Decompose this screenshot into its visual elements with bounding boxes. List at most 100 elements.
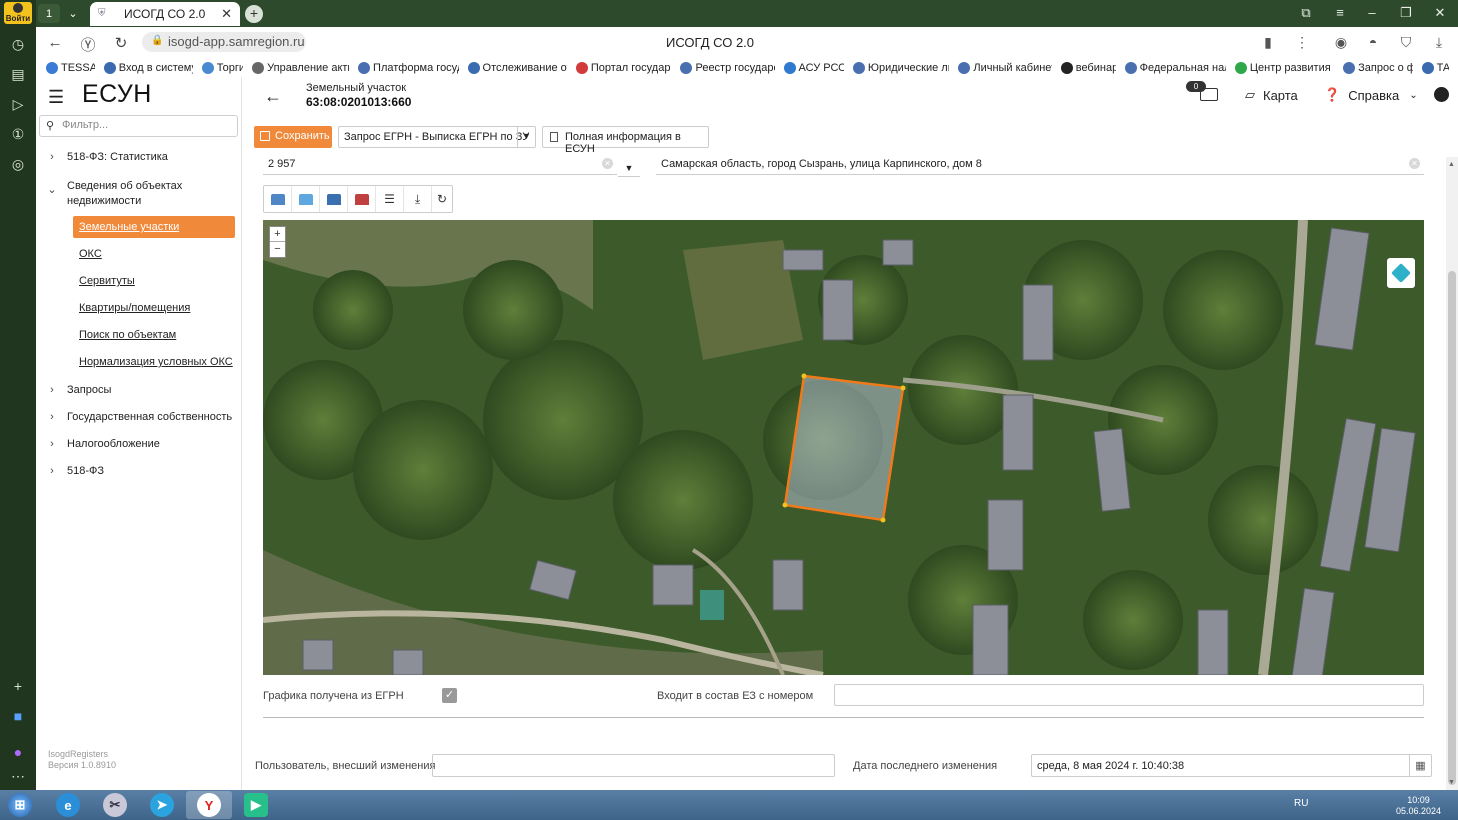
sidebar-item-oks[interactable]: ОКС [73,243,235,265]
bookmark-item[interactable]: Реестр государс [680,58,775,77]
sidebar-item-land-plots[interactable]: Земельные участки [73,216,235,238]
collections-icon[interactable]: ▤ [6,62,30,86]
close-tab-icon[interactable]: ✕ [221,6,232,22]
area-dropdown-icon[interactable]: ▼ [618,157,640,177]
scrollbar[interactable]: ▲ ▼ [1446,157,1458,790]
bookmark-item[interactable]: Управление акти [252,58,349,77]
snipping-tool-icon[interactable]: ✂ [103,793,127,817]
extension-icon[interactable]: ◉ [1332,34,1350,51]
browser-tab[interactable]: ⛨ ИСОГД СО 2.0 ✕ [90,2,240,26]
menu-icon[interactable]: ≡ [1330,5,1350,20]
hamburger-menu-icon[interactable]: ☰ [48,87,64,108]
pin-window-icon[interactable]: ⧉ [1296,5,1316,21]
bookmark-item[interactable]: Торги [201,58,243,77]
bookmark-item[interactable]: TESSA [46,58,95,77]
history-icon[interactable]: ◷ [6,32,30,56]
filter-input[interactable]: ⚲ Фильтр... [39,115,238,137]
user-field[interactable] [432,754,835,777]
kebab-menu-icon[interactable]: ⋮ [1293,34,1311,51]
restore-icon[interactable]: ❐ [1396,5,1416,21]
yandex-icon[interactable]: Ⓨ [79,34,97,55]
login-button[interactable]: Войти [4,2,32,24]
area-field[interactable]: 2 957 ✕ [263,155,617,175]
alice-icon[interactable]: ● [6,740,30,764]
download-icon[interactable]: ⤓ [1430,34,1448,51]
more-icon[interactable]: ⋯ [6,764,30,788]
bookmark-item[interactable]: Платформа госуд [358,58,459,77]
telegram-icon[interactable]: ➤ [150,793,174,817]
bookmark-item[interactable]: Запрос о ф [1343,58,1413,77]
bookmark-item[interactable]: Федеральная нал [1124,58,1226,77]
bookmark-item[interactable]: АСУ РСО [783,58,844,77]
scroll-down-icon[interactable]: ▼ [1448,779,1455,786]
wallet-icon[interactable]: ⛉ [1397,34,1415,51]
help-menu[interactable]: ❓ Справка ⌄ [1324,87,1418,103]
bookmark-item[interactable]: Вход в систему [103,58,193,77]
bookmark-item[interactable]: Портал государс [575,58,671,77]
satellite-map[interactable]: + − [263,220,1424,675]
start-button[interactable]: ⊞ [8,793,32,817]
screenshot-icon[interactable]: ◎ [6,152,30,176]
delete-geometry-icon[interactable] [264,186,292,212]
egrn-request-select[interactable]: Запрос ЕГРН - Выписка ЕГРН по ЗУ ▼ [338,126,536,148]
save-button[interactable]: Сохранить [254,126,332,148]
scroll-up-icon[interactable]: ▲ [1448,161,1455,168]
new-tab-button[interactable]: + [245,5,263,23]
copy-geometry-icon[interactable] [348,186,376,212]
sidebar-item-normalization[interactable]: Нормализация условных ОКС [73,351,235,373]
media-player-icon[interactable]: ▶ [244,793,268,817]
user-label: Пользователь, внесший изменения [255,760,436,772]
graphics-checkbox[interactable]: ✓ [442,688,457,703]
bookmark-item[interactable]: Центр развития т [1234,58,1334,77]
reload-icon[interactable]: ↻ [112,34,130,52]
user-account-icon[interactable] [1434,87,1449,102]
address-field[interactable]: Самарская область, город Сызрань, улица … [656,155,1424,175]
sidebar-item-servitudes[interactable]: Сервитуты [73,270,235,292]
clear-icon[interactable]: ✕ [1409,158,1420,169]
map-link[interactable]: ▱ Карта [1245,87,1298,103]
sidebar-item-search-objects[interactable]: Поиск по объектам [73,324,235,346]
bookmark-icon [1421,61,1434,74]
download-icon[interactable]: ⤓ [404,186,432,212]
layers-button[interactable] [1387,258,1415,288]
full-info-button[interactable]: Полная информация в ЕСУН [542,126,709,155]
edit-geometry-icon[interactable] [320,186,348,212]
tab-group-icon[interactable]: 1 [38,4,60,23]
date-field[interactable]: среда, 8 мая 2024 г. 10:40:38 ▦ [1031,754,1432,777]
bookmark-item[interactable]: Отслеживание от [467,58,567,77]
bookmark-item[interactable]: Личный кабинет [958,58,1052,77]
zoom-out-button[interactable]: − [270,242,285,257]
clear-icon[interactable]: ✕ [602,158,613,169]
tab-counter-icon[interactable]: ① [6,122,30,146]
bookmark-icon[interactable]: ▮ [1259,34,1277,51]
scrollbar-thumb[interactable] [1448,271,1456,785]
yandex-browser-icon[interactable]: Y [197,793,221,817]
add-geometry-icon[interactable] [292,186,320,212]
back-icon[interactable]: ← [46,34,64,51]
minimize-icon[interactable]: – [1362,5,1382,20]
bookmark-icon [201,61,214,74]
ez-number-field[interactable] [834,684,1424,706]
url-field[interactable]: 🔒 isogd-app.samregion.ru [142,32,306,52]
calendar-icon[interactable]: ▦ [1409,755,1431,776]
add-panel-icon[interactable]: + [6,674,30,698]
back-arrow-icon[interactable]: ← [264,86,282,107]
language-indicator[interactable]: RU [1294,798,1308,809]
messenger-icon[interactable]: ■ [6,704,30,728]
clock[interactable]: 10:09 05.06.2024 [1396,795,1441,817]
tree-item-real-estate[interactable]: ⌄ Сведения об объектах недвижимости [36,179,241,209]
close-window-icon[interactable]: ✕ [1430,5,1450,21]
list-icon[interactable]: ☰ [376,186,404,212]
sidebar-item-apartments[interactable]: Квартиры/помещения [73,297,235,319]
bookmark-item[interactable]: ТА [1421,58,1449,77]
bookmark-item[interactable]: Юридические ли [852,58,949,77]
bookmark-item[interactable]: вебинар [1060,58,1116,77]
chevron-down-icon[interactable]: ⌄ [62,4,84,23]
refresh-icon[interactable]: ↻ [432,186,452,212]
document-icon [550,132,558,142]
vpn-icon[interactable]: ◓ [1364,34,1382,50]
ie-icon[interactable]: e [56,793,80,817]
zoom-in-button[interactable]: + [270,227,285,242]
dropdown-arrow-icon[interactable]: ▼ [517,127,535,147]
video-icon[interactable]: ▷ [6,92,30,116]
